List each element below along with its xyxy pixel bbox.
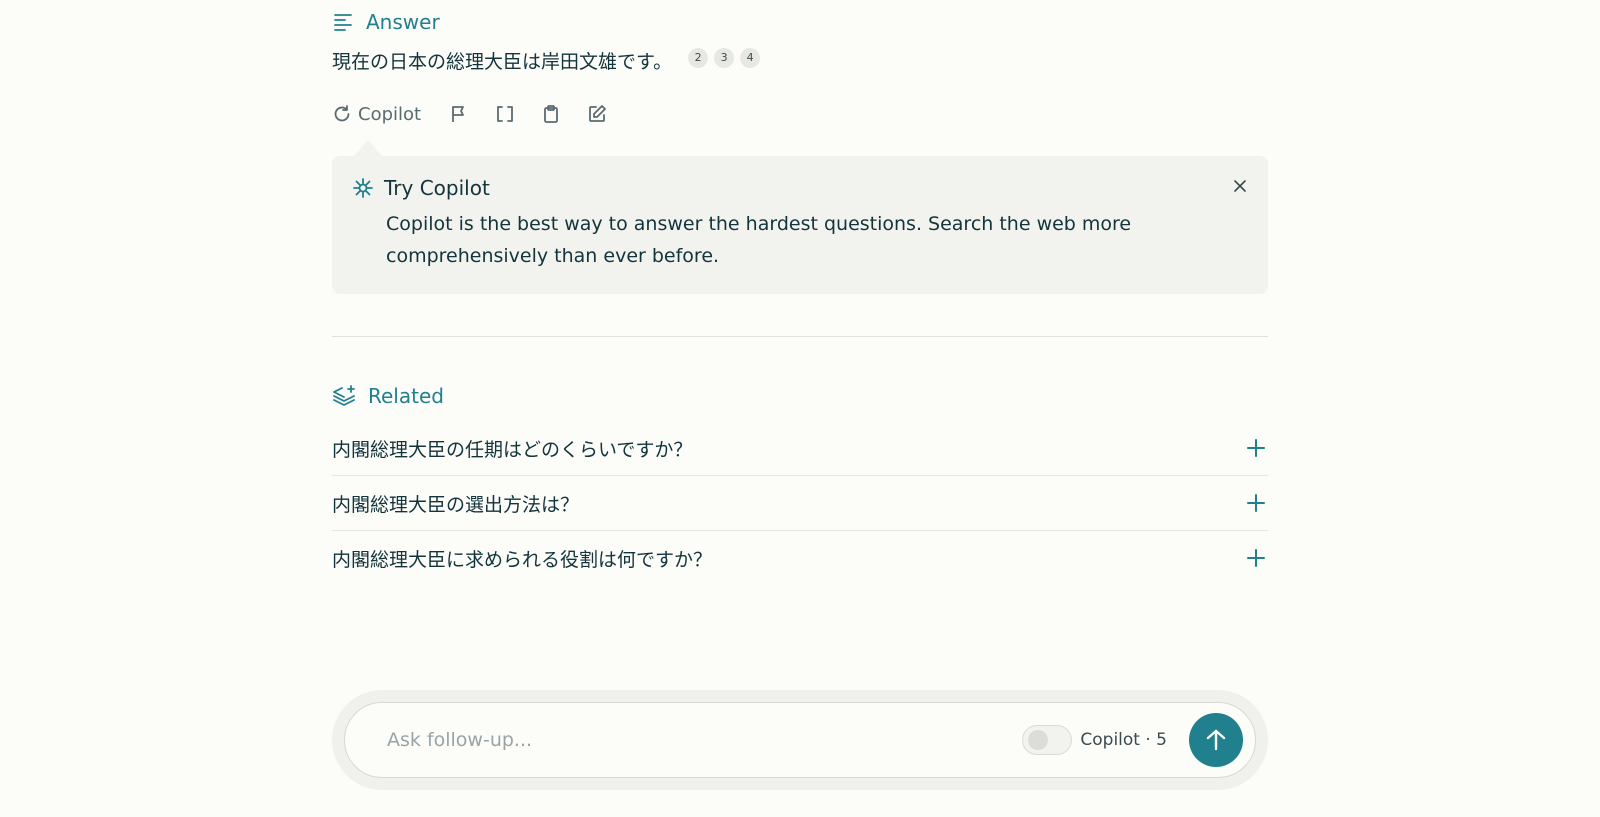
plus-icon[interactable] [1244,546,1268,570]
callout-pointer [354,140,382,156]
flag-icon [449,104,469,124]
answer-header: Answer [332,2,440,42]
submit-button[interactable] [1189,713,1243,767]
citation-badge[interactable]: 2 [688,48,709,68]
citation-badge[interactable]: 4 [740,48,761,68]
related-item[interactable]: 内閣総理大臣の選出方法は？ [332,475,1268,530]
brackets-icon [495,104,515,124]
copilot-toggle[interactable] [1022,725,1073,755]
close-icon [1232,178,1248,194]
edit-button[interactable] [587,104,607,124]
related-item[interactable]: 内閣総理大臣に求められる役割は何ですか？ [332,530,1268,585]
related-header: Related [332,376,444,416]
related-heading: Related [368,384,444,408]
related-list: 内閣総理大臣の任期はどのくらいですか？ 内閣総理大臣の選出方法は？ 内閣総理大臣… [332,421,1268,585]
answer-lines-icon [332,11,354,33]
answer-sentence: 現在の日本の総理大臣は岸田文雄です。 [332,51,673,73]
plus-icon[interactable] [1244,491,1268,515]
related-item[interactable]: 内閣総理大臣の任期はどのくらいですか？ [332,421,1268,475]
callout-body: Copilot is the best way to answer the ha… [386,213,1132,267]
related-item-text: 内閣総理大臣の任期はどのくらいですか？ [332,438,693,461]
copilot-count-label: Copilot · 5 [1080,730,1167,750]
callout-close-button[interactable] [1228,174,1252,198]
ask-followup-bar: Copilot · 5 [332,690,1268,790]
toggle-knob [1028,730,1049,750]
answer-body: 現在の日本の総理大臣は岸田文雄です。 2 3 4 [332,44,761,80]
try-copilot-callout: Try Copilot Copilot is the best way to a… [332,140,1268,294]
answer-actions: Copilot [332,98,633,130]
clipboard-icon [541,104,561,124]
layers-plus-icon [332,384,356,408]
callout-title: Try Copilot [384,176,490,200]
refresh-icon [332,104,352,124]
related-item-text: 内閣総理大臣に求められる役割は何ですか？ [332,548,713,571]
section-divider [332,336,1268,337]
sparkle-icon [352,177,374,199]
related-item-text: 内閣総理大臣の選出方法は？ [332,493,580,516]
arrow-up-icon [1203,727,1229,753]
answer-heading: Answer [366,10,440,34]
ask-followup-box: Copilot · 5 [344,702,1256,778]
edit-icon [587,104,607,124]
rewrite-copilot-button[interactable]: Copilot [332,104,421,125]
flag-button[interactable] [449,104,469,124]
copy-button[interactable] [541,104,561,124]
rewrite-label: Copilot [358,103,422,125]
callout-header: Try Copilot [352,176,490,200]
citation-badge[interactable]: 3 [714,48,735,68]
brackets-button[interactable] [495,104,515,124]
ask-followup-input[interactable] [345,719,1023,761]
plus-icon[interactable] [1244,436,1268,460]
